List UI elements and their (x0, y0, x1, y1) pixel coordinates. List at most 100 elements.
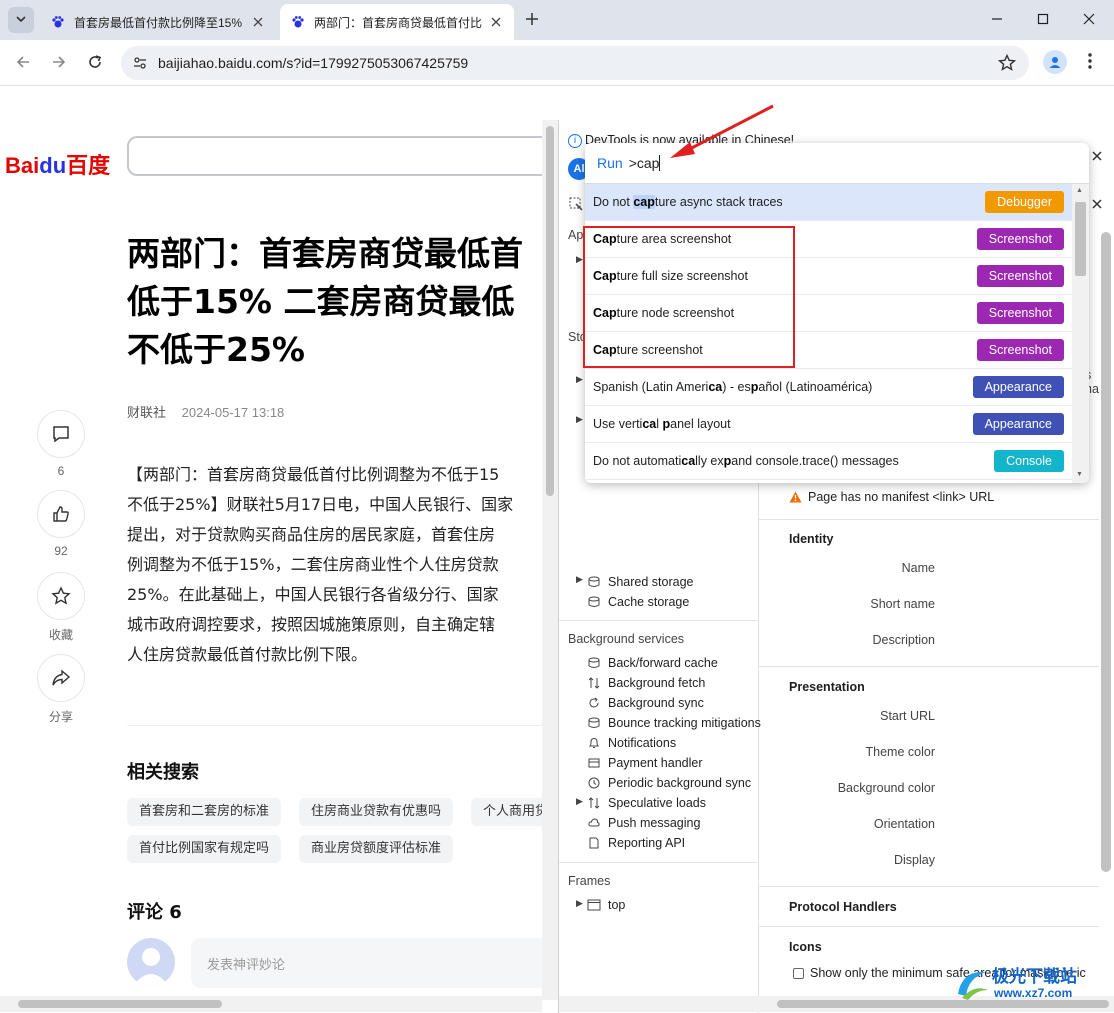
database-icon (586, 574, 602, 590)
sidebar-item-reporting-api[interactable]: Reporting API (586, 833, 685, 853)
sidebar-item-bounce-tracking[interactable]: Bounce tracking mitigations (586, 713, 761, 733)
browser-menu-button[interactable] (1080, 50, 1100, 74)
sidebar-item-frame-top[interactable]: top (586, 895, 625, 915)
expand-arrow-icon[interactable]: ▶ (576, 414, 583, 425)
close-infobar-icon[interactable] (1089, 148, 1105, 164)
sidebar-item-background-sync[interactable]: Background sync (586, 693, 704, 713)
expand-arrow-icon[interactable]: ▶ (576, 374, 583, 385)
close-tab-icon[interactable] (488, 14, 504, 30)
sidebar-item-label: Reporting API (608, 836, 686, 850)
sidebar-item-back-forward-cache[interactable]: Back/forward cache (586, 653, 718, 673)
match-highlight: ca (681, 454, 696, 468)
up-down-arrows-icon (586, 795, 602, 811)
checkbox-box[interactable] (793, 967, 804, 979)
close-devtools-icon[interactable] (1089, 196, 1105, 212)
comment-action[interactable]: 6 (36, 410, 86, 478)
related-search-chip[interactable]: 首付比例国家有规定吗 (127, 835, 282, 863)
like-count: 92 (54, 544, 68, 558)
sync-icon (586, 695, 602, 711)
section-application: Ap (568, 228, 584, 242)
sidebar-item-label: Back/forward cache (608, 656, 718, 670)
command-item[interactable]: Do not automatically expand console.trac… (585, 443, 1072, 480)
url-text: baijiahao.baidu.com/s?id=179927505306742… (158, 55, 469, 71)
manifest-vertical-scrollbar[interactable] (1097, 232, 1114, 1000)
sidebar-item-cache-storage[interactable]: Cache storage (586, 592, 689, 612)
related-search-chip[interactable]: 住房商业贷款有优惠吗 (299, 798, 454, 826)
expand-arrow-icon[interactable]: ▶ (576, 898, 583, 909)
field-label: Background color (837, 781, 935, 795)
divider (759, 666, 1099, 667)
bookmark-star-icon[interactable] (997, 53, 1017, 73)
favorite-action[interactable]: 收藏 (36, 572, 86, 643)
baidu-logo[interactable]: Baidu百度 (5, 148, 110, 180)
scroll-thumb[interactable] (1075, 202, 1086, 276)
database-icon (586, 715, 602, 731)
sidebar-item-periodic-sync[interactable]: Periodic background sync (586, 773, 751, 793)
tab-inactive[interactable]: 首套房最低首付款比例降至15% (40, 4, 276, 40)
sidebar-item-label: Bounce tracking mitigations (608, 716, 761, 730)
reload-button[interactable] (81, 49, 109, 77)
divider (759, 926, 1099, 927)
command-category-badge: Screenshot (976, 302, 1064, 324)
tab-search-button[interactable] (8, 7, 34, 33)
site-settings-icon[interactable] (131, 54, 149, 72)
sidebar-item-payment-handler[interactable]: Payment handler (586, 753, 703, 773)
address-bar[interactable]: baijiahao.baidu.com/s?id=179927505306742… (121, 46, 1029, 80)
profile-avatar-icon[interactable] (1043, 50, 1067, 74)
command-category-badge: Screenshot (976, 339, 1064, 361)
maximize-icon (1037, 13, 1049, 28)
share-action[interactable]: 分享 (36, 654, 86, 725)
scroll-thumb[interactable] (18, 1000, 222, 1008)
page-vertical-scrollbar[interactable] (542, 120, 558, 1000)
match-highlight: p (723, 454, 732, 468)
sidebar-item-label: Periodic background sync (608, 776, 752, 790)
sidebar-item-push-messaging[interactable]: Push messaging (586, 813, 700, 833)
presentation-heading: Presentation (789, 680, 865, 694)
command-item[interactable]: Use vertical panel layout Appearance (585, 406, 1072, 443)
command-list-scrollbar[interactable]: ▲ ▼ (1072, 184, 1089, 483)
expand-arrow-icon[interactable]: ▶ (576, 574, 583, 585)
inspect-element-icon[interactable] (568, 196, 584, 212)
minimize-button[interactable] (974, 4, 1020, 36)
field-label: Short name (870, 597, 935, 611)
info-icon: i (568, 134, 582, 148)
comment-input[interactable]: 发表神评妙论 (191, 938, 551, 988)
baidu-search-input[interactable] (127, 136, 557, 176)
back-button[interactable] (9, 49, 37, 77)
like-action[interactable]: 92 (36, 490, 86, 558)
divider (559, 862, 759, 863)
sidebar-item-notifications[interactable]: Notifications (586, 733, 676, 753)
favorite-label: 收藏 (48, 628, 73, 642)
maximize-button[interactable] (1020, 4, 1066, 36)
scroll-down-icon[interactable]: ▼ (1076, 471, 1083, 478)
related-search-chip[interactable]: 首套房和二套房的标准 (127, 798, 282, 826)
logo-text-baidu-cn: 百度 (66, 153, 111, 178)
sidebar-item-background-fetch[interactable]: Background fetch (586, 673, 705, 693)
command-item[interactable]: Do not capture async stack traces Debugge… (585, 184, 1072, 221)
tab-active[interactable]: 两部门：首套房商贷最低首付比例 (280, 4, 514, 40)
scroll-thumb[interactable] (546, 126, 554, 496)
forward-button[interactable] (45, 49, 73, 77)
annotation-arrow-icon (670, 104, 774, 158)
thumbs-up-icon (37, 490, 85, 538)
command-item[interactable]: Spanish (Latin America) - español (Latin… (585, 369, 1072, 406)
close-tab-icon[interactable] (250, 14, 266, 30)
sidebar-item-shared-storage[interactable]: Shared storage (586, 572, 693, 592)
command-item-label: Spanish (Latin America) - español (Latin… (593, 380, 873, 394)
manifest-warning: Page has no manifest <link> URL (789, 490, 994, 504)
scroll-thumb[interactable] (1101, 232, 1111, 872)
sidebar-item-speculative-loads[interactable]: Speculative loads (586, 793, 706, 813)
article-source[interactable]: 财联社 (127, 405, 166, 420)
related-search-chip[interactable]: 商业房贷额度评估标准 (299, 835, 454, 863)
close-window-button[interactable] (1066, 4, 1112, 36)
new-tab-button[interactable] (520, 8, 544, 32)
scroll-up-icon[interactable]: ▲ (1076, 187, 1083, 194)
arrow-right-icon (51, 54, 67, 73)
tab-strip: 首套房最低首付款比例降至15% 两部门：首套房商贷最低首付比例 (0, 0, 1114, 40)
related-search-title: 相关搜索 (127, 762, 199, 783)
command-category-badge: Debugger (985, 191, 1064, 213)
expand-arrow-icon[interactable]: ▶ (576, 254, 583, 265)
command-item-label: Use vertical panel layout (593, 417, 731, 431)
page-horizontal-scrollbar[interactable] (0, 996, 542, 1012)
expand-arrow-icon[interactable]: ▶ (576, 796, 583, 807)
